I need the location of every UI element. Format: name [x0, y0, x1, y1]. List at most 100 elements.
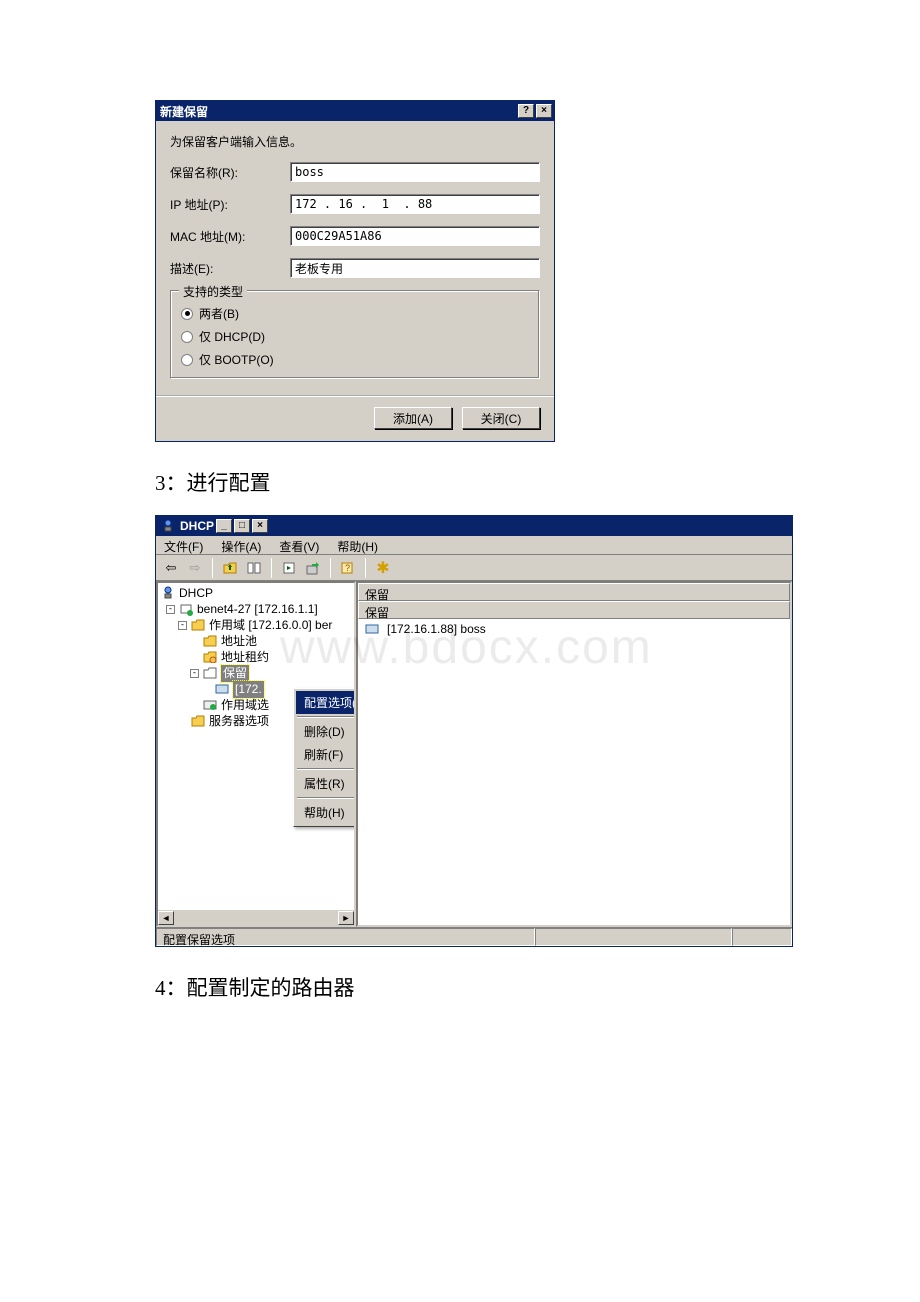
mac-address-input[interactable] — [290, 226, 540, 246]
ctx-properties[interactable]: 属性(R) — [296, 772, 356, 795]
ctx-refresh[interactable]: 刷新(F) — [296, 743, 356, 766]
list-pane: 保留 保留 [172.16.1.88] boss — [356, 581, 792, 927]
tree-lease[interactable]: 地址租约 — [221, 649, 269, 666]
menu-action[interactable]: 操作(A) — [217, 536, 265, 554]
refresh-icon — [281, 560, 297, 576]
collapse-icon[interactable]: - — [190, 669, 199, 678]
menu-view[interactable]: 查看(V) — [275, 536, 323, 554]
tree-server[interactable]: benet4-27 [172.16.1.1] — [197, 601, 318, 618]
column-reservation[interactable]: 保留 — [358, 583, 790, 601]
separator — [297, 768, 356, 770]
ctx-configure-options[interactable]: 配置选项(C)... — [296, 691, 356, 714]
name-label: 保留名称(R): — [170, 164, 290, 181]
close-button[interactable]: 关闭(C) — [462, 407, 540, 429]
ctx-delete[interactable]: 删除(D) — [296, 720, 356, 743]
up-button[interactable] — [219, 557, 241, 579]
help-icon[interactable]: ? — [518, 104, 534, 118]
minimize-icon[interactable]: _ — [216, 519, 232, 533]
export-icon — [305, 560, 321, 576]
column-header: 保留 — [358, 583, 790, 601]
context-menu: 配置选项(C)... 删除(D) 刷新(F) 属性(R) 帮助(H) — [293, 688, 356, 827]
list-item-label: [172.16.1.88] boss — [387, 622, 486, 636]
separator — [212, 558, 213, 578]
show-hide-button[interactable] — [243, 557, 265, 579]
description-input[interactable] — [290, 258, 540, 278]
titlebar: 新建保留 ? × — [156, 101, 554, 121]
radio-dhcp[interactable]: 仅 DHCP(D) — [181, 328, 529, 345]
refresh-button[interactable] — [278, 557, 300, 579]
reservation-icon — [202, 666, 218, 680]
action-button[interactable]: ✱ — [372, 557, 394, 579]
mac-label: MAC 地址(M): — [170, 228, 290, 245]
forward-icon: ⇨ — [190, 560, 201, 576]
folder-icon — [202, 634, 218, 648]
tree-server-options[interactable]: 服务器选项 — [209, 713, 269, 730]
panes-icon — [246, 560, 262, 576]
tree-scope[interactable]: 作用域 [172.16.0.0] ber — [209, 617, 332, 634]
ctx-help[interactable]: 帮助(H) — [296, 801, 356, 824]
separator — [365, 558, 366, 578]
menu-file[interactable]: 文件(F) — [160, 536, 207, 554]
step-caption-4: 4：配置制定的路由器 — [155, 972, 765, 1002]
server-options-icon — [190, 714, 206, 728]
tree-pane: DHCP - benet4-27 [172.16.1.1] - 作用域 [172.1… — [156, 581, 356, 927]
collapse-icon[interactable]: - — [178, 621, 187, 630]
ip-label: IP 地址(P): — [170, 196, 290, 213]
radio-both[interactable]: 两者(B) — [181, 305, 529, 322]
svg-text:?: ? — [345, 563, 350, 573]
export-button[interactable] — [302, 557, 324, 579]
tree-scope-options[interactable]: 作用域选 — [221, 697, 269, 714]
radio-bootp-label: 仅 BOOTP(O) — [199, 351, 274, 368]
menu-help[interactable]: 帮助(H) — [333, 536, 382, 554]
separator — [330, 558, 331, 578]
reservation-name-input[interactable] — [290, 162, 540, 182]
group-title: 支持的类型 — [179, 283, 247, 300]
radio-dhcp-label: 仅 DHCP(D) — [199, 328, 265, 345]
column-reservation-sub[interactable]: 保留 — [358, 601, 790, 619]
back-button[interactable]: ⇦ — [160, 557, 182, 579]
status-text: 配置保留选项 — [156, 928, 535, 946]
scroll-right-icon[interactable]: ► — [338, 911, 354, 925]
toolbar: ⇦ ⇨ ? ✱ — [156, 555, 792, 581]
scope-options-icon — [202, 698, 218, 712]
collapse-icon[interactable]: - — [166, 605, 175, 614]
reservation-item-icon — [214, 682, 230, 696]
action-star-icon: ✱ — [376, 558, 389, 578]
radio-icon — [181, 308, 193, 320]
tree-reservation-item[interactable]: [172. — [233, 681, 264, 698]
maximize-icon[interactable]: □ — [234, 519, 250, 533]
tree-address-pool[interactable]: 地址池 — [221, 633, 257, 650]
scroll-left-icon[interactable]: ◄ — [158, 911, 174, 925]
new-reservation-dialog: 新建保留 ? × 为保留客户端输入信息。 保留名称(R): IP 地址(P): … — [155, 100, 555, 442]
separator — [271, 558, 272, 578]
intro-text: 为保留客户端输入信息。 — [170, 133, 302, 150]
reservation-item-icon — [364, 622, 380, 636]
desc-label: 描述(E): — [170, 260, 290, 277]
add-button[interactable]: 添加(A) — [374, 407, 452, 429]
separator — [297, 716, 356, 718]
lease-icon — [202, 650, 218, 664]
radio-icon — [181, 354, 193, 366]
ip-address-input[interactable] — [290, 194, 540, 214]
dialog-title: 新建保留 — [160, 103, 208, 120]
radio-icon — [181, 331, 193, 343]
server-icon — [178, 602, 194, 616]
step-caption-3: 3：进行配置 — [155, 467, 765, 497]
close-icon[interactable]: × — [536, 104, 552, 118]
back-icon: ⇦ — [166, 560, 177, 576]
close-icon[interactable]: × — [252, 519, 268, 533]
dhcp-window: DHCP _ □ × 文件(F) 操作(A) 查看(V) 帮助(H) ⇦ ⇨ ?… — [155, 515, 793, 947]
tree-reservations[interactable]: 保留 — [221, 665, 249, 682]
help-icon: ? — [340, 560, 356, 576]
tree-dhcp-root[interactable]: DHCP — [179, 585, 213, 602]
folder-icon — [190, 618, 206, 632]
help-button[interactable]: ? — [337, 557, 359, 579]
status-cell — [535, 928, 732, 946]
radio-bootp[interactable]: 仅 BOOTP(O) — [181, 351, 529, 368]
window-title: DHCP — [180, 519, 214, 533]
list-item[interactable]: [172.16.1.88] boss — [364, 621, 784, 637]
sub-header: 保留 — [358, 601, 790, 619]
statusbar: 配置保留选项 — [156, 927, 792, 946]
radio-both-label: 两者(B) — [199, 305, 239, 322]
forward-button[interactable]: ⇨ — [184, 557, 206, 579]
